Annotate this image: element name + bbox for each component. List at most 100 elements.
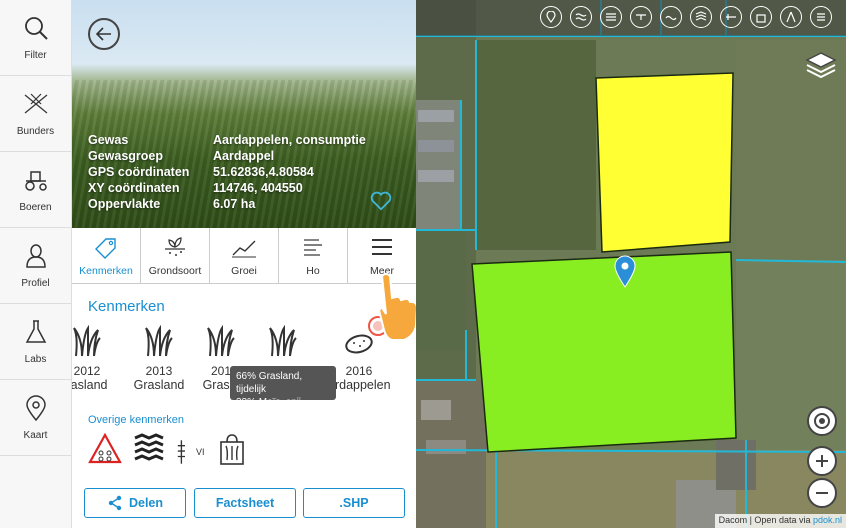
info-row: Oppervlakte 6.07 ha bbox=[88, 196, 366, 212]
other-features: VI bbox=[88, 432, 249, 472]
tool-list[interactable] bbox=[810, 6, 832, 28]
growth-chart-icon bbox=[232, 240, 256, 258]
year-label: 2016 bbox=[345, 364, 373, 378]
tag-icon bbox=[95, 238, 116, 259]
info-value: 114746, 404550 bbox=[213, 181, 303, 195]
crop-year[interactable] bbox=[252, 324, 314, 364]
rail-item-kaart[interactable]: Kaart bbox=[0, 380, 71, 456]
share-button[interactable]: Delen bbox=[84, 488, 186, 518]
layers-small-icon bbox=[695, 11, 707, 21]
tab-kenmerken[interactable]: Kenmerken bbox=[72, 228, 141, 283]
zoom-in-button[interactable] bbox=[807, 446, 837, 476]
flask-icon bbox=[25, 320, 46, 343]
rail-item-profiel[interactable]: Profiel bbox=[0, 228, 71, 304]
crosshair-icon bbox=[814, 413, 830, 429]
tool-parcels[interactable] bbox=[600, 6, 622, 28]
drain-icon bbox=[726, 14, 736, 20]
rail-item-bunders[interactable]: Bunders bbox=[0, 76, 71, 152]
rail-item-labs[interactable]: Labs bbox=[0, 304, 71, 380]
tab-groei[interactable]: Groei bbox=[210, 228, 279, 283]
pin-icon bbox=[546, 11, 556, 23]
other-features-title: Overige kenmerken bbox=[88, 414, 184, 426]
factsheet-button[interactable]: Factsheet bbox=[194, 488, 296, 518]
info-key: Gewasgroep bbox=[88, 149, 164, 163]
soil-icon bbox=[165, 237, 185, 256]
section-title: Kenmerken bbox=[88, 298, 165, 315]
zoom-out-button[interactable] bbox=[807, 478, 837, 508]
rail-label: Kaart bbox=[23, 430, 48, 441]
shp-button[interactable]: .SHP bbox=[303, 488, 405, 518]
tool-water[interactable] bbox=[570, 6, 592, 28]
rail-label: Boeren bbox=[19, 202, 52, 213]
map-toolbar bbox=[416, 0, 846, 36]
tractor-icon bbox=[24, 171, 47, 191]
map-pin-icon bbox=[25, 395, 46, 422]
tab-label: Grondsoort bbox=[148, 265, 202, 277]
info-row: GPS coördinaten 51.62836,4.80584 bbox=[88, 164, 366, 180]
button-label: .SHP bbox=[339, 496, 369, 510]
drainage-label: VI bbox=[196, 447, 205, 457]
heart-icon[interactable] bbox=[370, 190, 392, 212]
rail-item-filter[interactable]: Filter bbox=[0, 0, 71, 76]
map-attribution: Dacom | Open data via pdok.nl bbox=[714, 514, 846, 528]
share-icon bbox=[108, 495, 122, 511]
grass-icon bbox=[269, 324, 297, 357]
drainage-icon bbox=[177, 440, 185, 464]
info-value: 51.62836,4.80584 bbox=[213, 165, 314, 179]
crop-year[interactable]: 2012 rasland bbox=[72, 324, 118, 393]
tool-flood[interactable] bbox=[660, 6, 682, 28]
rail-label: Bunders bbox=[16, 126, 55, 137]
drone-icon bbox=[636, 14, 646, 20]
tool-measure[interactable] bbox=[780, 6, 802, 28]
rail-label: Labs bbox=[24, 354, 47, 365]
parcel-info: Gewas Aardappelen, consumptie Gewasgroep A… bbox=[88, 132, 366, 212]
info-key: Oppervlakte bbox=[88, 197, 161, 211]
crop-label: Grasland bbox=[133, 378, 185, 392]
warning-drone-icon[interactable] bbox=[88, 432, 122, 466]
grass-icon bbox=[73, 324, 101, 357]
rail-item-boeren[interactable]: Boeren bbox=[0, 152, 71, 228]
bag-small-icon bbox=[756, 14, 766, 23]
tool-location[interactable] bbox=[540, 6, 562, 28]
tool-drone[interactable] bbox=[630, 6, 652, 28]
crop-photo: Gewas Aardappelen, consumptie Gewasgroep A… bbox=[72, 0, 416, 228]
soil-layers-icon[interactable] bbox=[132, 432, 166, 466]
tab-label: Groei bbox=[231, 265, 257, 277]
back-button[interactable] bbox=[88, 18, 120, 50]
tab-grondsoort[interactable]: Grondsoort bbox=[141, 228, 210, 283]
attribution-link[interactable]: pdok.nl bbox=[813, 515, 842, 525]
info-value: Aardappelen, consumptie bbox=[213, 133, 366, 147]
compass-icon bbox=[786, 11, 796, 23]
tool-soil[interactable] bbox=[690, 6, 712, 28]
rail-label: Profiel bbox=[21, 278, 50, 289]
field-icon bbox=[24, 93, 47, 114]
info-row: Gewasgroep Aardappel bbox=[88, 148, 366, 164]
tooltip-line: 66% Grasland, tijdelijk bbox=[236, 371, 303, 395]
button-label: Delen bbox=[128, 496, 164, 510]
info-row: XY coördinaten 114746, 404550 bbox=[88, 180, 366, 196]
bag-icon[interactable] bbox=[215, 432, 249, 466]
info-row: Gewas Aardappelen, consumptie bbox=[88, 132, 366, 148]
menu-icon bbox=[372, 239, 392, 255]
year-label: 2012 bbox=[73, 364, 101, 378]
water-icon bbox=[575, 13, 587, 21]
crop-label: rasland bbox=[72, 378, 108, 392]
tool-crop[interactable] bbox=[750, 6, 772, 28]
drainage-feature[interactable]: VI bbox=[176, 432, 205, 472]
info-value: Aardappel bbox=[213, 149, 275, 163]
map-marker-icon[interactable] bbox=[613, 254, 637, 288]
locate-button[interactable] bbox=[807, 406, 837, 436]
button-label: Factsheet bbox=[215, 496, 275, 510]
crop-tooltip: 66% Grasland, tijdelijk 33% Maïs, snij- bbox=[230, 366, 336, 408]
tool-drainage[interactable] bbox=[720, 6, 742, 28]
info-key: XY coördinaten bbox=[88, 181, 180, 195]
crop-year[interactable]: 2013 Grasland bbox=[128, 324, 190, 393]
tab-historie[interactable]: Ho bbox=[279, 228, 348, 283]
map-view[interactable]: Dacom | Open data via pdok.nl bbox=[416, 0, 846, 528]
arrow-left-icon bbox=[96, 27, 111, 41]
info-value: 6.07 ha bbox=[213, 197, 256, 211]
rail-label: Filter bbox=[24, 50, 47, 61]
history-icon bbox=[304, 239, 322, 256]
layers-icon[interactable] bbox=[804, 50, 838, 80]
attribution-text: Dacom | Open data via bbox=[718, 515, 813, 525]
